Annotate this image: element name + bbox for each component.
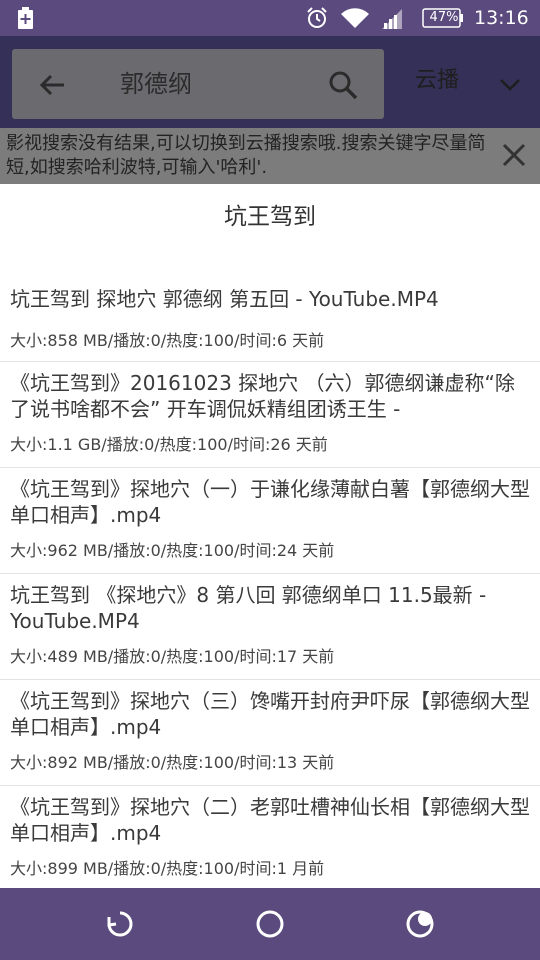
alarm-icon — [307, 7, 327, 28]
back-nav-icon[interactable] — [104, 908, 136, 940]
list-item[interactable]: 《坑王驾到》探地穴（三）馋嘴开封府尹吓尿【郭德纲大型单口相声】.mp4 大小:8… — [0, 680, 540, 786]
result-meta: 大小:1.1 GB/播放:0/热度:100/时间:26 天前 — [10, 435, 328, 454]
tip-text: 影视搜索没有结果,可以切换到云播搜索哦.搜索关键字尽量简短,如搜索哈利波特,可输… — [6, 133, 486, 178]
status-bar: 47% 13:16 — [0, 0, 540, 36]
result-title: 《坑王驾到》探地穴（一）于谦化缘薄献白薯【郭德纲大型单口相声】.mp4 — [10, 477, 530, 527]
recent-apps-icon[interactable] — [404, 908, 436, 940]
results-dialog: 坑王驾到 坑王驾到 探地穴 郭德纲 第五回 - YouTube.MP4 大小:8… — [0, 184, 540, 888]
search-box[interactable]: 郭德纲 — [12, 49, 384, 119]
result-list: 坑王驾到 探地穴 郭德纲 第五回 - YouTube.MP4 大小:858 MB… — [0, 274, 540, 888]
battery-charging-icon — [18, 7, 33, 29]
back-arrow-icon[interactable] — [38, 71, 66, 99]
result-meta: 大小:962 MB/播放:0/热度:100/时间:24 天前 — [10, 541, 335, 560]
wifi-icon — [341, 8, 369, 28]
result-meta: 大小:858 MB/播放:0/热度:100/时间:6 天前 — [10, 331, 325, 350]
list-item[interactable]: 《坑王驾到》探地穴（一）于谦化缘薄献白薯【郭德纲大型单口相声】.mp4 大小:9… — [0, 468, 540, 574]
app-bar: 郭德纲 云播 — [0, 36, 540, 128]
result-title: 坑王驾到 《探地穴》8 第八回 郭德纲单口 11.5最新 - YouTube.M… — [10, 583, 487, 633]
result-title: 坑王驾到 探地穴 郭德纲 第五回 - YouTube.MP4 — [10, 287, 439, 311]
result-meta: 大小:899 MB/播放:0/热度:100/时间:1 月前 — [10, 859, 325, 878]
list-item[interactable]: 坑王驾到 探地穴 郭德纲 第五回 - YouTube.MP4 大小:858 MB… — [0, 274, 540, 362]
signal-icon — [382, 9, 402, 29]
chevron-down-icon[interactable] — [498, 74, 522, 94]
result-title: 《坑王驾到》探地穴（二）老郭吐槽神仙长相【郭德纲大型单口相声】.mp4 — [10, 795, 530, 845]
result-meta: 大小:489 MB/播放:0/热度:100/时间:17 天前 — [10, 647, 335, 666]
clock: 13:16 — [474, 7, 529, 29]
search-input[interactable]: 郭德纲 — [120, 49, 192, 119]
result-meta: 大小:892 MB/播放:0/热度:100/时间:13 天前 — [10, 753, 335, 772]
list-item[interactable]: 《坑王驾到》20161023 探地穴 （六）郭德纲谦虚称“除了说书啥都不会” 开… — [0, 362, 540, 468]
dialog-title: 坑王驾到 — [224, 204, 316, 230]
home-icon[interactable] — [254, 908, 286, 940]
list-item[interactable]: 《坑王驾到》探地穴（二）老郭吐槽神仙长相【郭德纲大型单口相声】.mp4 大小:8… — [0, 786, 540, 888]
search-icon[interactable] — [328, 70, 358, 100]
navigation-bar — [0, 888, 540, 960]
source-selector-label[interactable]: 云播 — [415, 36, 459, 128]
close-icon[interactable] — [501, 142, 527, 168]
result-title: 《坑王驾到》探地穴（三）馋嘴开封府尹吓尿【郭德纲大型单口相声】.mp4 — [10, 689, 530, 739]
tip-banner: 影视搜索没有结果,可以切换到云播搜索哦.搜索关键字尽量简短,如搜索哈利波特,可输… — [0, 128, 540, 184]
battery-percent: 47% — [429, 10, 459, 25]
list-item[interactable]: 坑王驾到 《探地穴》8 第八回 郭德纲单口 11.5最新 - YouTube.M… — [0, 574, 540, 680]
result-title: 《坑王驾到》20161023 探地穴 （六）郭德纲谦虚称“除了说书啥都不会” 开… — [10, 371, 515, 421]
